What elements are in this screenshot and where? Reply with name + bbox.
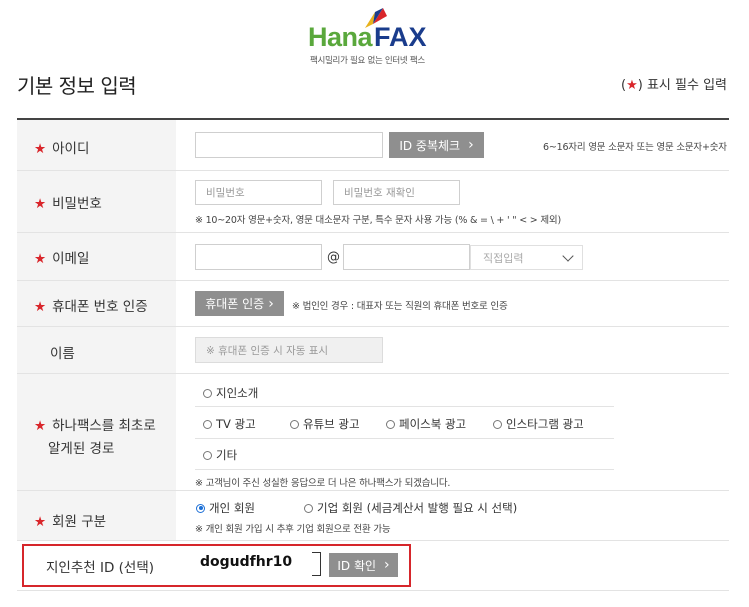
row-divider [17, 373, 729, 374]
chevron-right-icon: › [268, 295, 274, 312]
password-label: ★ 비밀번호 [34, 196, 102, 212]
id-hint: 6~16자리 영문 소문자 또는 영문 소문자+숫자 [543, 142, 727, 153]
name-label: 이름 [50, 346, 75, 362]
member-type-label: ★ 회원 구분 [34, 514, 107, 530]
password-hint: ※ 10~20자 영문+숫자, 영문 대소문자 구분, 특수 문자 사용 가능 … [195, 215, 561, 226]
logo-text-hana: Hana [308, 22, 373, 52]
source-divider [195, 438, 614, 439]
radio-icon [203, 388, 212, 398]
required-note: (★) 표시 필수 입력 [621, 78, 727, 93]
required-star-icon: ★ [34, 514, 47, 530]
id-input[interactable] [195, 132, 383, 158]
id-duplicate-check-button[interactable]: ID 중복체크 › [389, 132, 484, 158]
source-option-etc[interactable]: 기타 [203, 447, 237, 463]
email-domain-input[interactable] [343, 244, 470, 270]
source-option-tv[interactable]: TV 광고 [203, 416, 256, 432]
id-label: ★ 아이디 [34, 141, 90, 157]
logo-text-fax: FAX [374, 22, 427, 52]
source-divider [195, 469, 614, 470]
form-bottom-rule [17, 590, 729, 591]
password-input[interactable]: 비밀번호 [195, 180, 322, 205]
logo-slogan: 팩시밀리가 필요 없는 인터넷 팩스 [310, 56, 425, 66]
required-star-icon: ★ [34, 196, 47, 212]
email-local-input[interactable] [195, 244, 322, 270]
phone-hint: ※ 법인인 경우 : 대표자 또는 직원의 휴대폰 번호로 인증 [292, 301, 508, 312]
hanafax-logo: Hana FAX 팩시밀리가 필요 없는 인터넷 팩스 [308, 6, 438, 66]
name-input: ※ 휴대폰 인증 시 자동 표시 [195, 337, 383, 363]
required-star-icon: ★ [34, 141, 47, 157]
highlight-box [22, 544, 411, 587]
required-star-icon: ★ [34, 299, 47, 315]
radio-icon [203, 450, 212, 460]
source-option-youtube[interactable]: 유튜브 광고 [290, 416, 360, 432]
member-type-hint: ※ 개인 회원 가입 시 추후 기업 회원으로 전환 가능 [195, 524, 391, 535]
radio-icon [203, 419, 212, 429]
radio-icon [493, 419, 502, 429]
source-divider [195, 406, 614, 407]
row-divider [17, 540, 729, 541]
source-option-instagram[interactable]: 인스타그램 광고 [493, 416, 584, 432]
required-star-icon: ★ [34, 251, 47, 267]
row-divider [17, 280, 729, 281]
radio-selected-icon [196, 503, 205, 513]
row-divider [17, 490, 729, 491]
member-type-business[interactable]: 기업 회원 (세금계산서 발행 필요 시 선택) [304, 500, 517, 516]
phone-label: ★ 휴대폰 번호 인증 [34, 299, 148, 315]
source-option-friend[interactable]: 지인소개 [203, 385, 258, 401]
row-divider [17, 232, 729, 233]
password-confirm-input[interactable]: 비밀번호 재확인 [333, 180, 460, 205]
page-title: 기본 정보 입력 [17, 74, 137, 98]
email-label: ★ 이메일 [34, 251, 90, 267]
required-star-icon: ★ [626, 78, 638, 93]
phone-verify-button[interactable]: 휴대폰 인증 › [195, 291, 284, 316]
row-divider [17, 170, 729, 171]
row-divider [17, 326, 729, 327]
required-star-icon: ★ [34, 418, 47, 434]
email-at-sign: @ [327, 250, 340, 265]
label-column [17, 120, 176, 540]
source-option-facebook[interactable]: 페이스북 광고 [386, 416, 466, 432]
chevron-down-icon [562, 250, 574, 262]
source-hint: ※ 고객님이 주신 성실한 응답으로 더 나은 하나팩스가 되겠습니다. [195, 478, 451, 489]
source-label: ★ 하나팩스를 최초로 알게된 경로 [34, 418, 156, 457]
email-domain-select[interactable]: 직접입력 [470, 245, 583, 270]
member-type-personal[interactable]: 개인 회원 [196, 500, 255, 516]
radio-icon [386, 419, 395, 429]
chevron-right-icon: › [468, 137, 474, 153]
radio-icon [304, 503, 313, 513]
radio-icon [290, 419, 299, 429]
